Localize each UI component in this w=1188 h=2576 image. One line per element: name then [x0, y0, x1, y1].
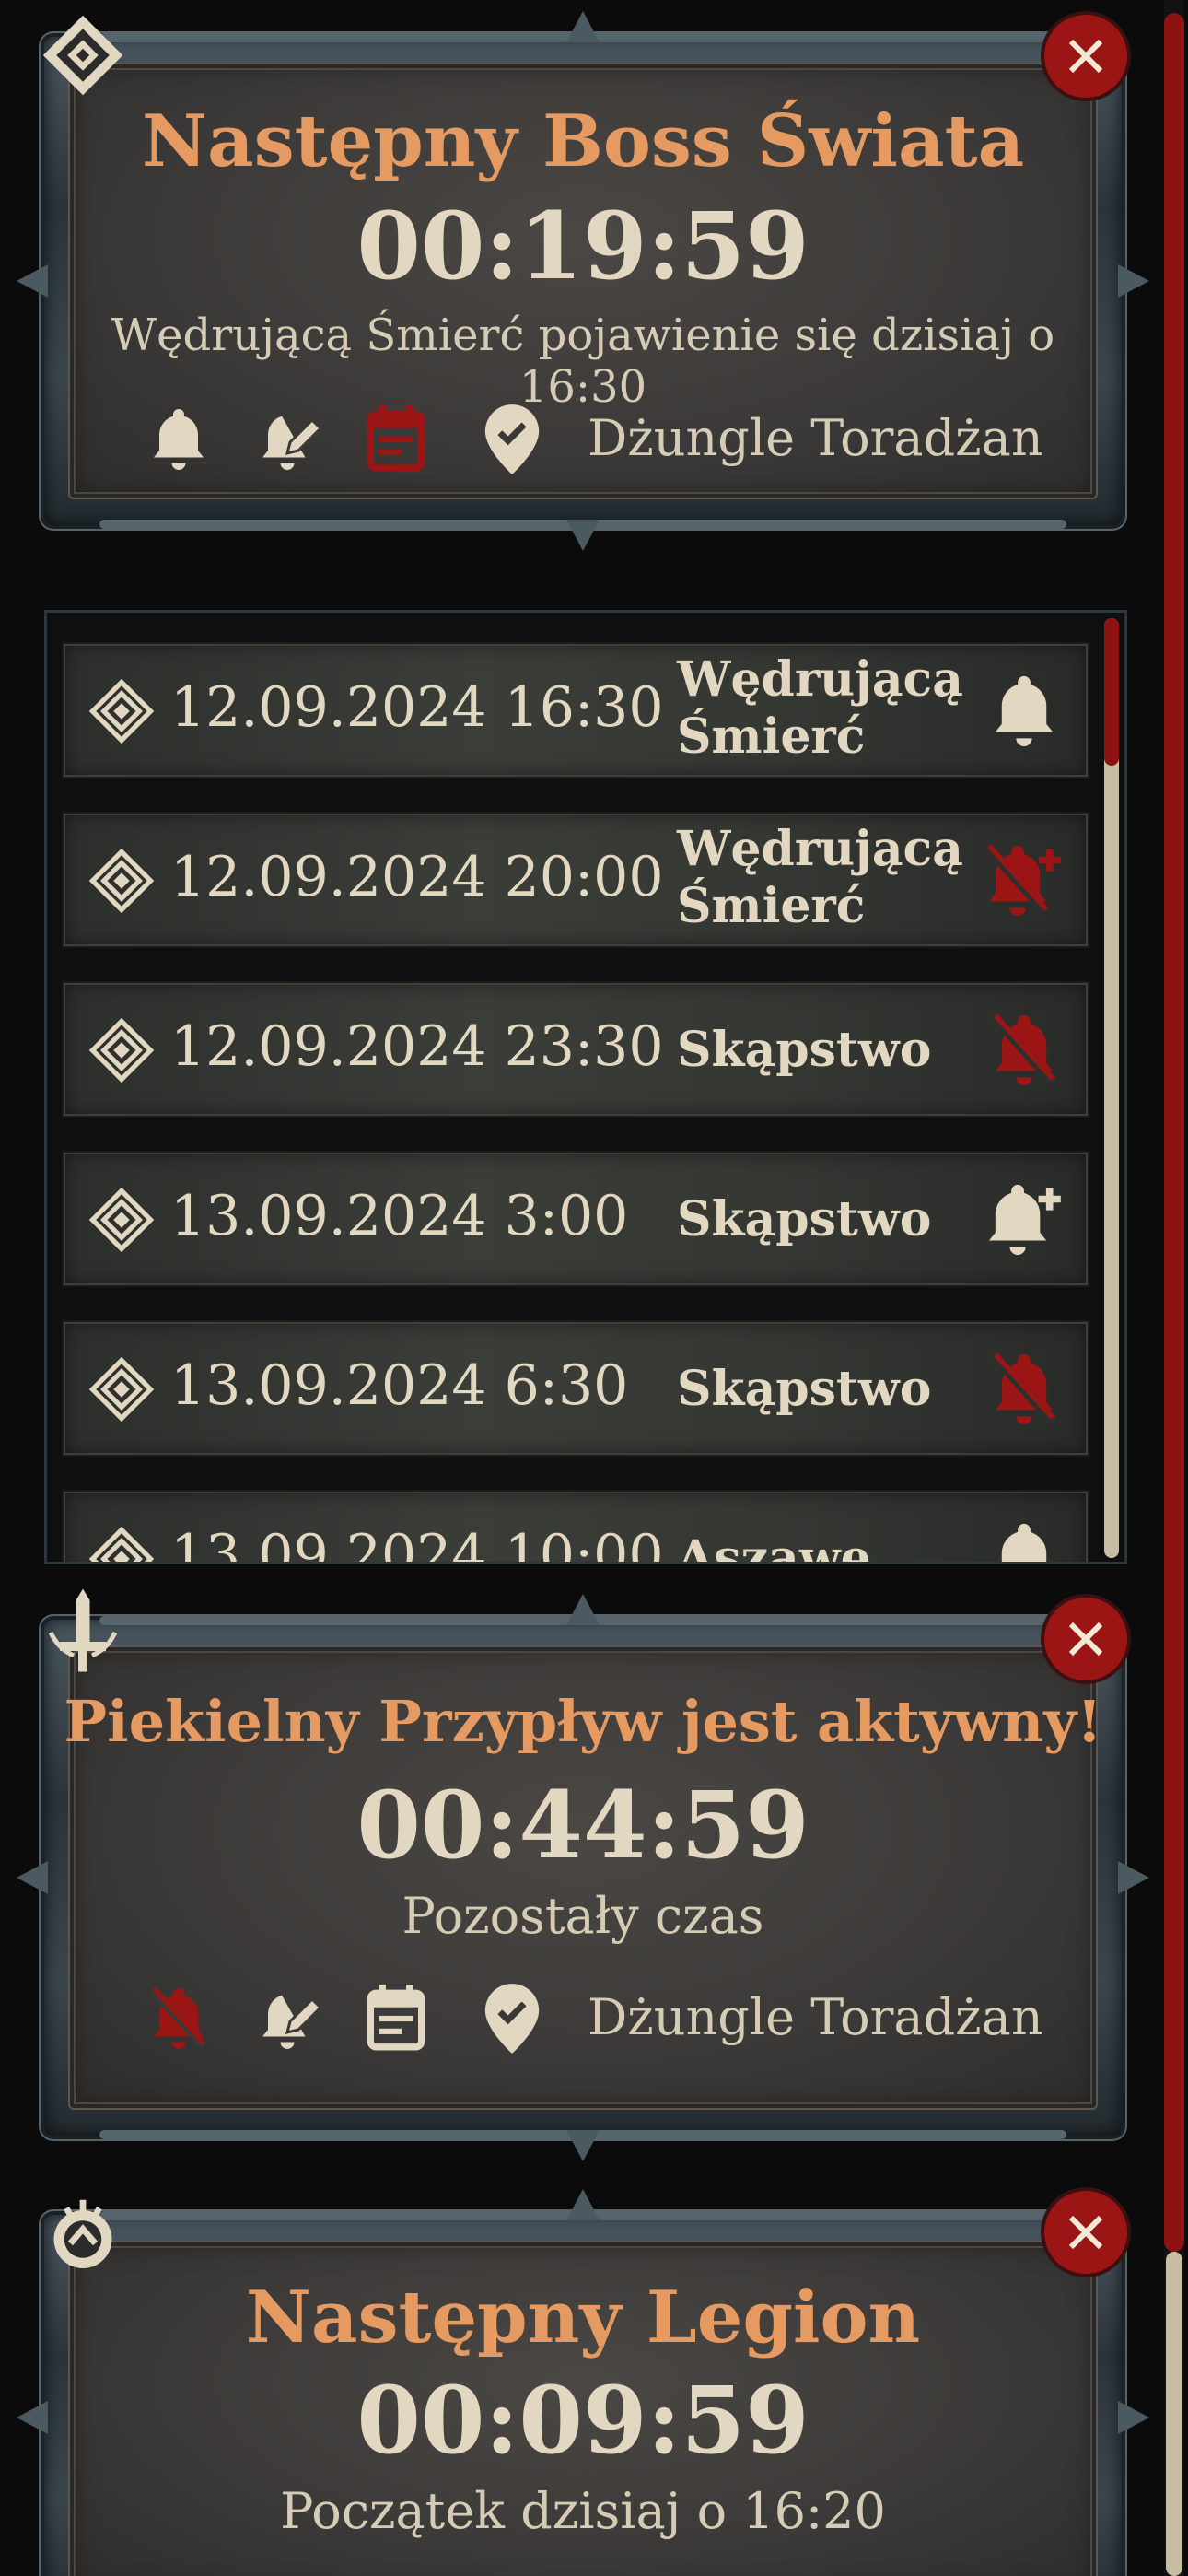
schedule-scrollbar[interactable] — [1104, 618, 1119, 1558]
world-boss-diamond-icon — [89, 1357, 154, 1422]
bell-off-icon[interactable] — [983, 1348, 1066, 1431]
world-boss-badge-icon — [39, 11, 127, 100]
legion-timer: 00:09:59 — [356, 2366, 809, 2475]
schedule-boss-name: Aszawe — [677, 1530, 871, 1564]
frame-spike — [1118, 1861, 1149, 1894]
bell-plus-icon[interactable] — [983, 1178, 1066, 1261]
frame-spike — [1118, 264, 1149, 298]
world-boss-card: Następny Boss Świata 00:19:59 Wędrującą … — [17, 11, 1149, 551]
close-button[interactable] — [1044, 1598, 1127, 1680]
list-item[interactable]: 12.09.2024 16:30 Wędrującą Śmierć — [62, 642, 1089, 779]
bell-icon[interactable] — [983, 1517, 1066, 1564]
legion-subtitle: Początek dzisiaj o 16:20 — [280, 2482, 886, 2540]
helltide-subtitle: Pozostały czas — [402, 1887, 764, 1945]
world-boss-diamond-icon — [89, 849, 154, 913]
schedule-boss-name: Wędrującą Śmierć — [677, 651, 963, 765]
close-button[interactable] — [1044, 2191, 1127, 2274]
edit-bell-icon[interactable] — [250, 1977, 324, 2060]
legion-badge-icon — [39, 2191, 127, 2279]
schedule-boss-name: Skąpstwo — [677, 1191, 932, 1247]
schedule-date: 12.09.2024 23:30 — [170, 1014, 664, 1079]
legion-card: Następny Legion 00:09:59 Początek dzisia… — [17, 2189, 1149, 2576]
list-item[interactable]: 12.09.2024 20:00 Wędrującą Śmierć — [62, 812, 1089, 948]
schedule-boss-name: Skąpstwo — [677, 1361, 932, 1417]
helltide-card: Piekielny Przypływ jest aktywny! 00:44:5… — [17, 1594, 1149, 2161]
close-icon — [1068, 39, 1103, 74]
page-scrollbar-track — [1166, 2252, 1182, 2576]
world-boss-actions: Dżungle Toradżan — [44, 398, 1122, 481]
list-item[interactable]: 13.09.2024 3:00 Skąpstwo — [62, 1151, 1089, 1287]
close-icon — [1068, 1622, 1103, 1657]
edit-bell-icon[interactable] — [250, 398, 324, 481]
world-boss-diamond-icon — [89, 1188, 154, 1252]
frame-spike — [566, 2130, 600, 2161]
list-item[interactable]: 12.09.2024 23:30 Skąpstwo — [62, 981, 1089, 1118]
bell-icon[interactable] — [983, 670, 1066, 753]
frame-spike — [566, 11, 600, 42]
schedule-date: 13.09.2024 3:00 — [170, 1184, 629, 1248]
world-boss-location: Dżungle Toradżan — [588, 409, 1043, 467]
schedule-boss-name: Skąpstwo — [677, 1022, 932, 1078]
close-button[interactable] — [1044, 15, 1127, 98]
schedule-scrollbar-thumb[interactable] — [1104, 618, 1119, 766]
helltide-sword-icon — [39, 1588, 127, 1677]
world-boss-timer: 00:19:59 — [356, 192, 809, 300]
frame-spike — [17, 264, 48, 298]
helltide-actions: Dżungle Toradżan — [44, 1977, 1122, 2060]
frame-spike — [1118, 2401, 1149, 2434]
map-pin-check-icon[interactable] — [475, 1977, 549, 2060]
schedule-date: 13.09.2024 10:00 — [170, 1523, 664, 1564]
frame-spike — [17, 2401, 48, 2434]
world-boss-diamond-icon — [89, 1018, 154, 1083]
world-boss-schedule-list[interactable]: 12.09.2024 16:30 Wędrującą Śmierć 12.09.… — [44, 610, 1127, 1564]
page-scrollbar-thumb[interactable] — [1164, 13, 1184, 2252]
frame-spike — [566, 1594, 600, 1625]
frame-spike — [566, 520, 600, 551]
list-item[interactable]: 13.09.2024 6:30 Skąpstwo — [62, 1320, 1089, 1457]
legion-title: Następny Legion — [245, 2276, 921, 2359]
world-boss-diamond-icon — [89, 679, 154, 744]
bell-off-icon[interactable] — [983, 1009, 1066, 1092]
helltide-title: Piekielny Przypływ jest aktywny! — [64, 1688, 1102, 1755]
list-item[interactable]: 13.09.2024 10:00 Aszawe — [62, 1490, 1089, 1564]
calendar-icon[interactable] — [359, 1977, 433, 2060]
world-boss-diamond-icon — [89, 1527, 154, 1562]
frame-spike — [566, 2189, 600, 2220]
calendar-icon[interactable] — [359, 398, 433, 481]
close-icon — [1068, 2215, 1103, 2250]
world-boss-title: Następny Boss Świata — [141, 100, 1025, 183]
schedule-date: 12.09.2024 16:30 — [170, 675, 664, 740]
schedule-date: 13.09.2024 6:30 — [170, 1353, 629, 1418]
bell-off-icon[interactable] — [142, 1977, 215, 2060]
helltide-timer: 00:44:59 — [356, 1771, 809, 1879]
bell-icon[interactable] — [142, 398, 215, 481]
schedule-boss-name: Wędrującą Śmierć — [677, 821, 963, 934]
frame-spike — [17, 1861, 48, 1894]
page-scrollbar[interactable] — [1164, 0, 1184, 2576]
bell-off-plus-icon[interactable] — [983, 839, 1066, 922]
helltide-location: Dżungle Toradżan — [588, 1988, 1043, 2046]
map-pin-check-icon[interactable] — [475, 398, 549, 481]
schedule-date: 12.09.2024 20:00 — [170, 845, 664, 909]
